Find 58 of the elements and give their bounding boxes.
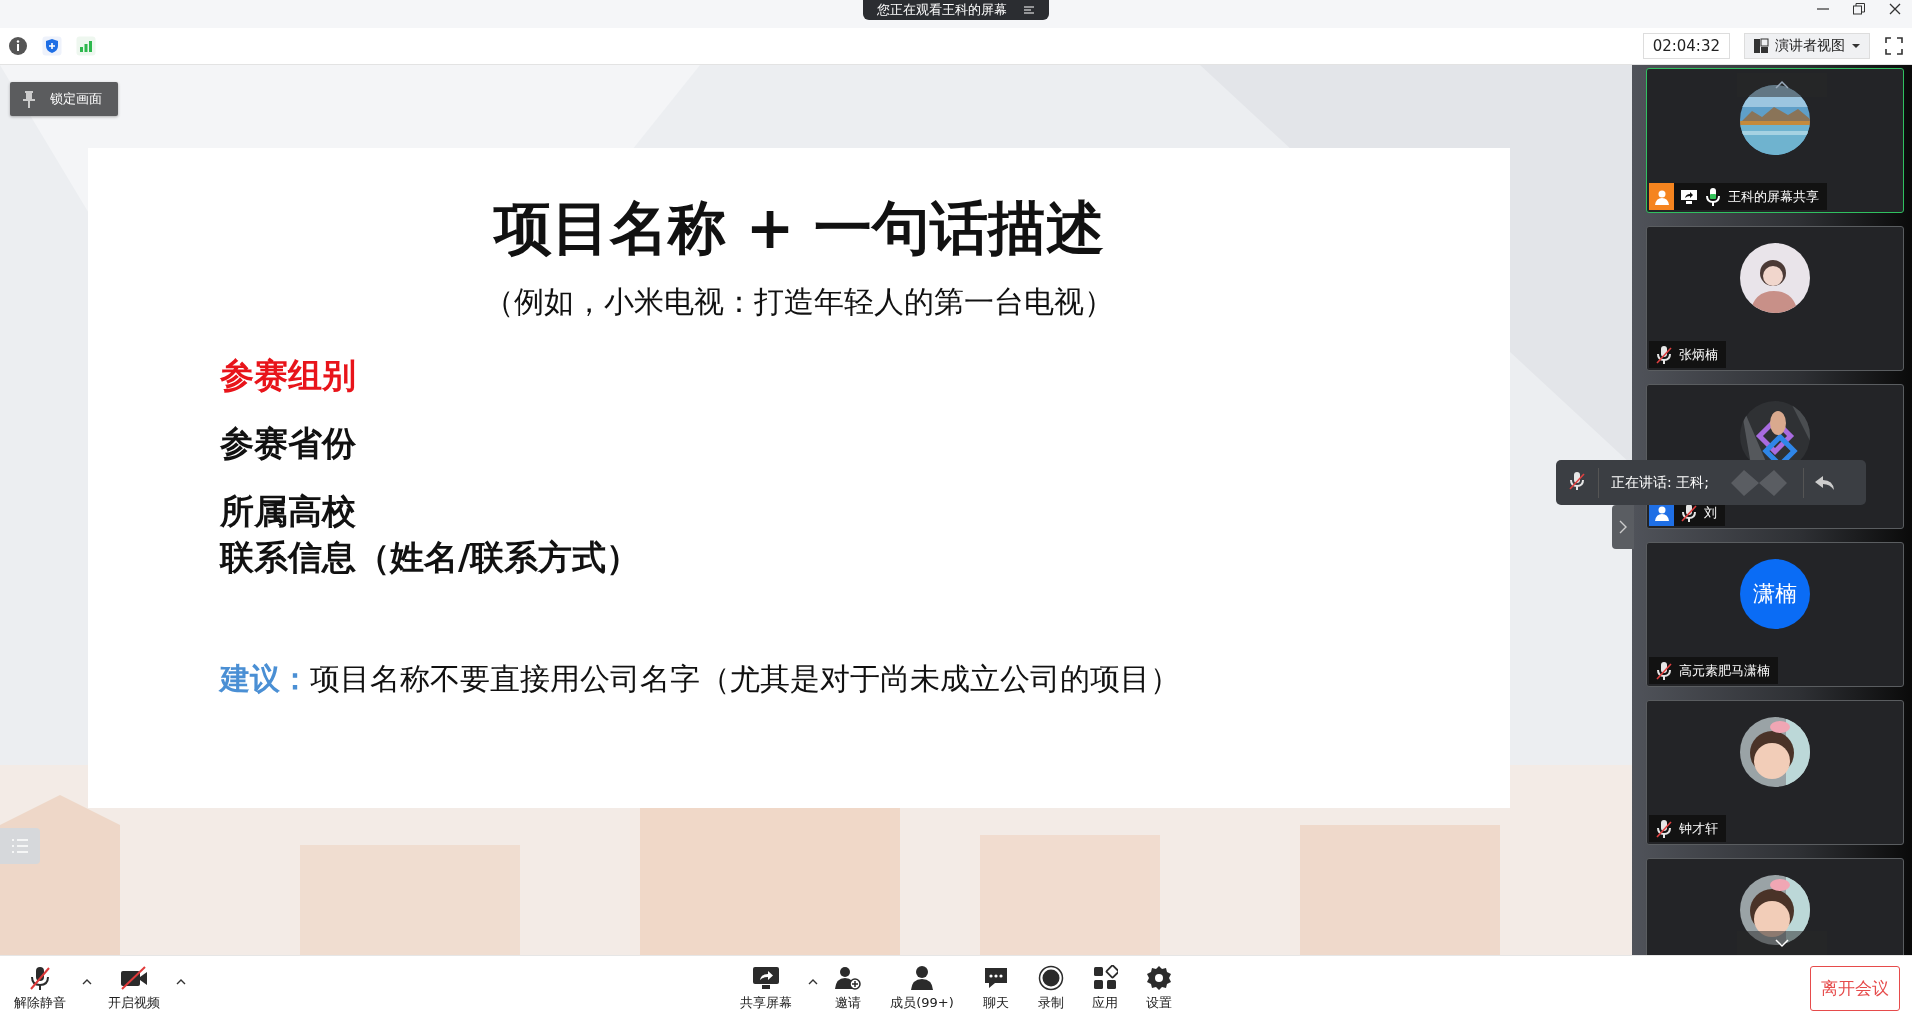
menu-icon [1023,5,1035,15]
muted-mic-icon [27,965,53,991]
chevron-right-icon [1619,520,1627,534]
video-tile[interactable]: 张炳楠 [1646,226,1904,371]
view-dropdown[interactable]: 演讲者视图 [1744,33,1870,59]
slide-title: 项目名称 + 一句话描述 [492,193,1106,264]
apps-icon [1091,965,1118,991]
list-icon [10,838,30,854]
video-tile[interactable]: 钟才轩 [1646,700,1904,845]
toolbar-button[interactable]: 共享屏幕 [726,965,807,1012]
toolbar-button[interactable]: 应用 [1077,965,1132,1012]
slide-item: 参赛组别 [220,354,356,397]
shield-icon[interactable] [42,36,62,56]
muted-mic-icon [1568,471,1586,491]
add-person-icon [834,965,863,991]
toolbar-button[interactable]: 开启视频 [94,965,174,1012]
participant-name: 张炳楠 [1679,345,1718,364]
participant-name: 刘 [1704,503,1717,522]
slide-item: 联系信息（姓名/联系方式） [220,536,641,579]
pin-icon [22,90,36,108]
caret-icon[interactable] [80,978,94,985]
video-tile[interactable]: 潇楠 高元素肥马潇楠 [1646,542,1904,687]
banner-text: 您正在观看王科的屏幕 [877,2,1007,18]
share-screen-icon [751,965,782,991]
meeting-timer: 02:04:32 [1642,33,1730,59]
toolbar-button[interactable]: 录制 [1023,965,1078,1012]
slide-tip: 建议：项目名称不要直接用公司名字（尤其是对于尚未成立公司的项目） [220,660,1181,698]
video-off-icon [119,965,149,991]
toolbar-button[interactable]: 邀请 [820,965,877,1012]
record-icon [1037,965,1064,991]
close-icon[interactable] [1888,2,1902,16]
caret-icon[interactable] [174,978,188,985]
person-icon [909,965,935,991]
fullscreen-icon[interactable] [1884,36,1904,56]
participant-name: 钟才轩 [1679,819,1718,838]
participant-name: 王科的屏幕共享 [1728,187,1819,206]
reply-icon[interactable] [1813,473,1836,492]
participant-name: 高元素肥马潇楠 [1679,661,1770,680]
chevron-down-icon [1774,938,1790,948]
layout-icon [1753,38,1769,54]
slide-subtitle: （例如，小米电视：打造年轻人的第一台电视） [483,283,1115,321]
slide-item: 参赛省份 [220,422,356,465]
toolbar-button[interactable]: 解除静音 [0,965,80,1012]
viewing-banner[interactable]: 您正在观看王科的屏幕 [863,0,1049,20]
lock-view-button[interactable]: 锁定画面 [10,82,118,116]
chevron-up-icon [1774,80,1790,90]
info-icon[interactable] [8,36,28,56]
leave-meeting-button[interactable]: 离开会议 [1810,966,1900,1011]
slide-item: 所属高校 [220,490,356,533]
settings-icon [1145,965,1172,991]
signal-icon[interactable] [76,36,96,56]
caret-icon [1851,43,1861,49]
video-tile[interactable]: 王科的屏幕共享 [1646,68,1904,213]
toolbar-button[interactable]: 成员(99+) [876,965,968,1012]
avatar: 潇楠 [1740,559,1810,629]
restore-icon[interactable] [1852,2,1866,16]
toolbar-button[interactable]: 聊天 [967,965,1024,1012]
toolbar-button[interactable]: 设置 [1131,965,1186,1012]
